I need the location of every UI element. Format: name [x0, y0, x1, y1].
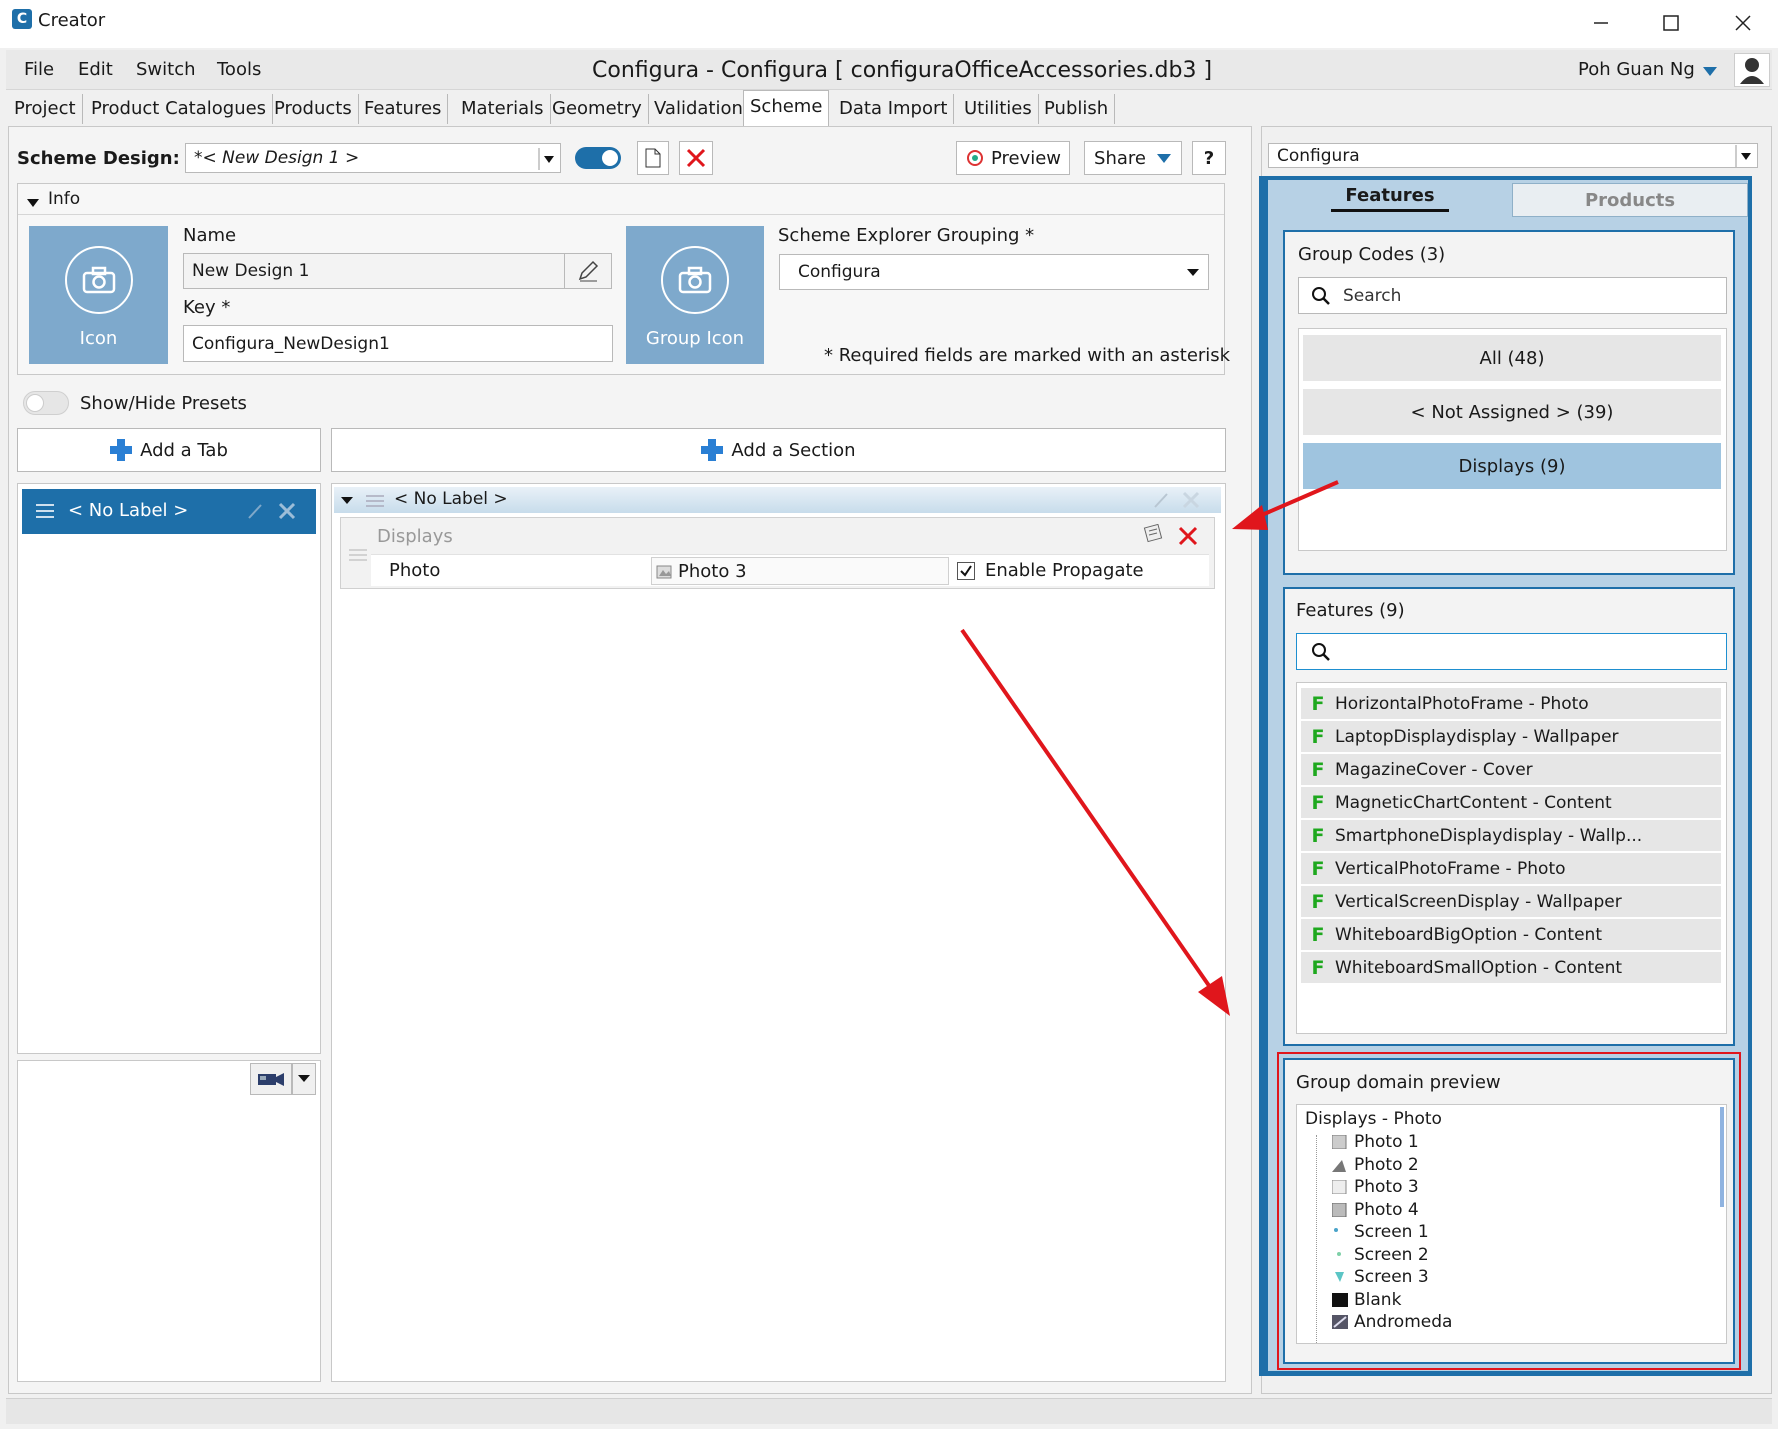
annotation-arrows	[960, 480, 1339, 1016]
annotation-arrow-down	[960, 628, 1230, 1016]
annotation-arrow-left	[1232, 480, 1339, 530]
